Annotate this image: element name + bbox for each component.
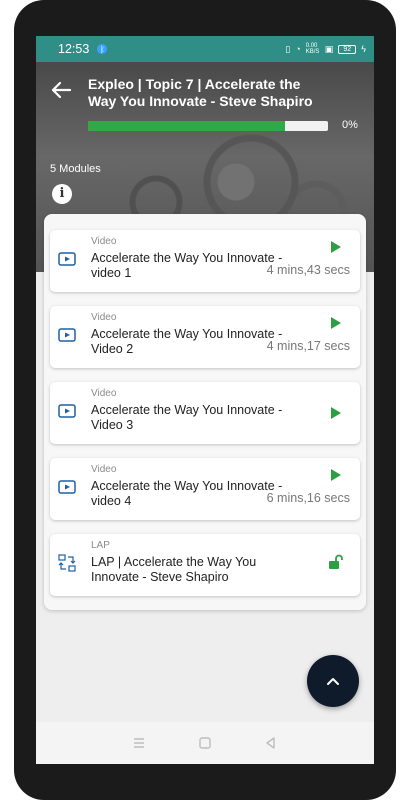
module-duration: 6 mins,16 secs (266, 491, 350, 505)
status-time: 12:53 (58, 42, 90, 56)
module-type: Video (91, 236, 117, 247)
module-type: Video (91, 464, 117, 475)
progress-label: 0% (342, 119, 358, 131)
module-title: Accelerate the Way You Innovate - Video … (91, 403, 283, 432)
info-icon[interactable]: i (52, 184, 72, 204)
menu-nav-icon[interactable] (132, 736, 146, 750)
status-bar: 12:53 ᛒ ▯ ◔ 0.00 KB/S ▣ 92 ϟ (36, 36, 374, 62)
video-icon (58, 328, 76, 342)
play-icon[interactable] (330, 406, 342, 420)
home-nav-icon[interactable] (198, 736, 212, 750)
back-nav-icon[interactable] (264, 736, 278, 750)
back-arrow-icon[interactable] (50, 80, 72, 100)
course-title: Expleo | Topic 7 | Accelerate the Way Yo… (88, 76, 313, 109)
module-item-3[interactable]: Video Accelerate the Way You Innovate - … (50, 382, 360, 444)
module-item-2[interactable]: Video Accelerate the Way You Innovate - … (50, 306, 360, 368)
play-icon[interactable] (330, 316, 342, 330)
module-list: Video Accelerate the Way You Innovate - … (44, 214, 366, 610)
wifi-icon: ◔ (295, 44, 301, 54)
vibrate-icon: ▯ (285, 43, 291, 54)
net-speed: 0.00 KB/S (305, 43, 320, 55)
module-item-1[interactable]: Video Accelerate the Way You Innovate - … (50, 230, 360, 292)
unlock-icon[interactable] (328, 554, 344, 570)
module-type: Video (91, 312, 117, 323)
progress-fill (88, 121, 285, 131)
system-nav-bar (36, 722, 374, 764)
battery-icon: 92 (338, 44, 357, 54)
sim-icon: ▣ (324, 43, 334, 54)
modules-count: 5 Modules (50, 163, 101, 175)
bluetooth-icon: ᛒ (97, 44, 108, 54)
lap-icon (58, 554, 76, 572)
video-icon (58, 252, 76, 266)
video-icon (58, 480, 76, 494)
module-duration: 4 mins,17 secs (266, 339, 350, 353)
play-icon[interactable] (330, 240, 342, 254)
video-icon (58, 404, 76, 418)
module-duration: 4 mins,43 secs (266, 263, 350, 277)
module-title: LAP | Accelerate the Way You Innovate - … (91, 555, 257, 584)
chevron-up-icon (327, 678, 339, 685)
app-screen: 12:53 ᛒ ▯ ◔ 0.00 KB/S ▣ 92 ϟ Expleo | To… (36, 36, 374, 764)
module-item-4[interactable]: Video Accelerate the Way You Innovate - … (50, 458, 360, 520)
scroll-top-button[interactable] (307, 655, 359, 707)
charging-icon: ϟ (361, 44, 366, 54)
play-icon[interactable] (330, 468, 342, 482)
course-progress-bar (88, 121, 328, 131)
module-type: LAP (91, 540, 110, 551)
module-type: Video (91, 388, 117, 399)
module-item-5[interactable]: LAP LAP | Accelerate the Way You Innovat… (50, 534, 360, 596)
